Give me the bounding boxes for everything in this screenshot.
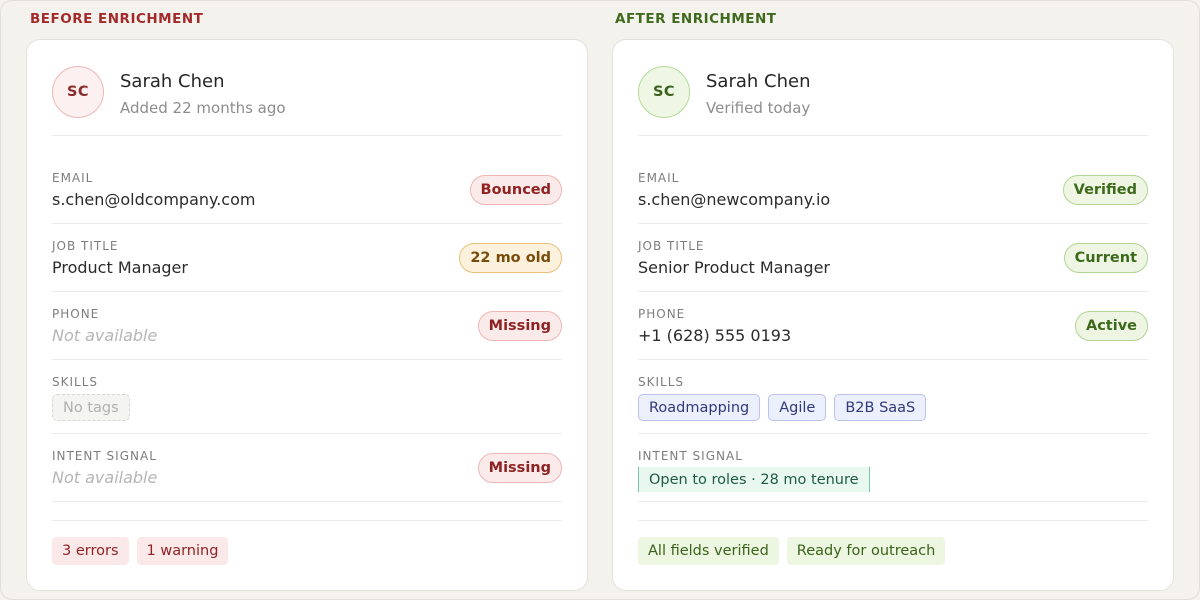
skills-tag-list: No tags bbox=[52, 394, 130, 421]
email-value[interactable]: s.chen@newcompany.io bbox=[638, 190, 830, 209]
email-field: EMAIL s.chen@oldcompany.com Bounced bbox=[52, 136, 562, 224]
intent-signal-label: INTENT SIGNAL bbox=[52, 449, 157, 463]
intent-signal-field: INTENT SIGNAL Open to roles · 28 mo tenu… bbox=[638, 434, 1148, 502]
job-title-label: JOB TITLE bbox=[638, 239, 705, 253]
intent-status-badge: Missing bbox=[477, 453, 562, 483]
email-field: EMAIL s.chen@newcompany.io Verified bbox=[638, 136, 1148, 224]
contact-card-after: SC Sarah Chen Verified today EMAIL s.che… bbox=[612, 39, 1174, 591]
footer-badges: 3 errors 1 warning bbox=[52, 537, 229, 565]
phone-field: PHONE Not available Missing bbox=[52, 292, 562, 360]
all-verified-badge: All fields verified bbox=[638, 537, 779, 565]
skill-tag-b2b-saas[interactable]: B2B SaaS bbox=[834, 394, 927, 421]
phone-status-badge: Missing bbox=[477, 311, 562, 341]
job-title-value[interactable]: Product Manager bbox=[52, 258, 188, 277]
intent-signal-field: INTENT SIGNAL Not available Missing bbox=[52, 434, 562, 502]
contact-subtitle: Verified today bbox=[706, 99, 811, 117]
job-title-status-badge: 22 mo old bbox=[459, 243, 562, 273]
email-label: EMAIL bbox=[52, 171, 94, 185]
intent-signal-value[interactable]: Not available bbox=[52, 468, 157, 487]
phone-label: PHONE bbox=[638, 307, 686, 321]
skill-tag-roadmapping[interactable]: Roadmapping bbox=[638, 394, 761, 421]
skills-label: SKILLS bbox=[52, 375, 99, 389]
job-title-field: JOB TITLE Senior Product Manager Current bbox=[638, 224, 1148, 292]
errors-count-badge: 3 errors bbox=[52, 537, 129, 565]
card-footer: All fields verified Ready for outreach bbox=[638, 520, 1148, 565]
contact-header: SC Sarah Chen Added 22 months ago bbox=[52, 66, 562, 136]
intent-signal-label: INTENT SIGNAL bbox=[638, 449, 743, 463]
footer-badges: All fields verified Ready for outreach bbox=[638, 537, 946, 565]
phone-value[interactable]: Not available bbox=[52, 326, 157, 345]
email-status-badge: Verified bbox=[1062, 175, 1148, 205]
phone-label: PHONE bbox=[52, 307, 100, 321]
avatar: SC bbox=[52, 66, 104, 118]
phone-status-badge: Active bbox=[1074, 311, 1148, 341]
after-section-label: AFTER ENRICHMENT bbox=[615, 11, 777, 27]
job-title-value[interactable]: Senior Product Manager bbox=[638, 258, 830, 277]
contact-card-before: SC Sarah Chen Added 22 months ago EMAIL … bbox=[26, 39, 588, 591]
phone-field: PHONE +1 (628) 555 0193 Active bbox=[638, 292, 1148, 360]
empty-skills-tag: No tags bbox=[52, 394, 130, 421]
skills-field: SKILLS No tags bbox=[52, 360, 562, 434]
avatar: SC bbox=[638, 66, 690, 118]
contact-name: Sarah Chen bbox=[706, 71, 811, 92]
skill-tag-agile[interactable]: Agile bbox=[768, 394, 827, 421]
job-title-field: JOB TITLE Product Manager 22 mo old bbox=[52, 224, 562, 292]
skills-label: SKILLS bbox=[638, 375, 685, 389]
email-value[interactable]: s.chen@oldcompany.com bbox=[52, 190, 255, 209]
email-label: EMAIL bbox=[638, 171, 680, 185]
skills-tag-list: Roadmapping Agile B2B SaaS bbox=[638, 394, 927, 421]
before-section-label: BEFORE ENRICHMENT bbox=[30, 11, 204, 27]
job-title-status-badge: Current bbox=[1063, 243, 1148, 273]
warnings-count-badge: 1 warning bbox=[136, 537, 229, 565]
email-status-badge: Bounced bbox=[469, 175, 562, 205]
phone-value[interactable]: +1 (628) 555 0193 bbox=[638, 326, 791, 345]
contact-subtitle: Added 22 months ago bbox=[120, 99, 286, 117]
intent-signal-tag: Open to roles · 28 mo tenure bbox=[638, 467, 870, 492]
skills-field: SKILLS Roadmapping Agile B2B SaaS bbox=[638, 360, 1148, 434]
contact-name: Sarah Chen bbox=[120, 71, 225, 92]
contact-header: SC Sarah Chen Verified today bbox=[638, 66, 1148, 136]
job-title-label: JOB TITLE bbox=[52, 239, 119, 253]
card-footer: 3 errors 1 warning bbox=[52, 520, 562, 565]
ready-for-outreach-badge: Ready for outreach bbox=[786, 537, 946, 565]
